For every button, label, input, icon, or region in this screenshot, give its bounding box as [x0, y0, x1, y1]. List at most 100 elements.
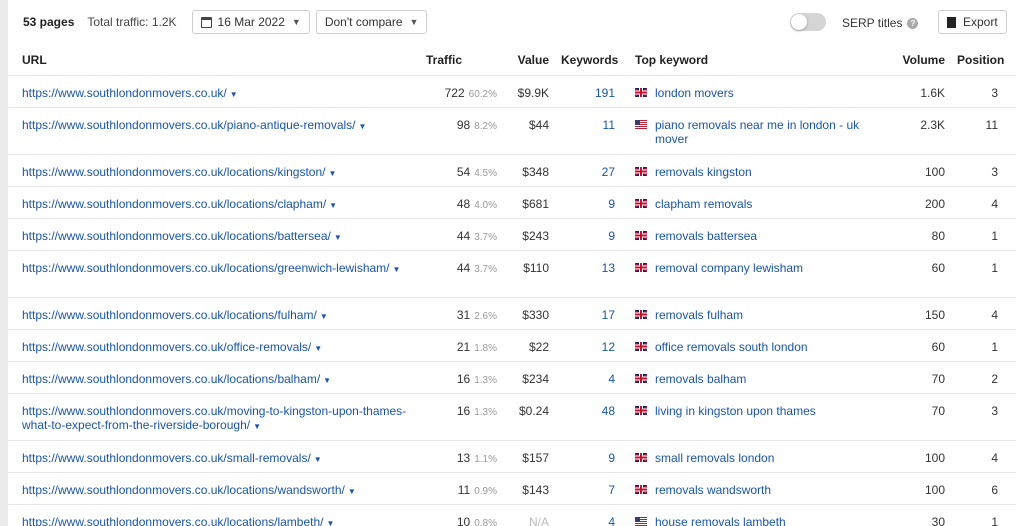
uk-flag-icon: [635, 309, 647, 319]
traffic-cell: 44 3.7%: [418, 250, 503, 297]
page-url-link[interactable]: https://www.southlondonmovers.co.uk/loca…: [22, 165, 326, 179]
keywords-count-link[interactable]: 191: [595, 86, 615, 100]
dropdown-caret-icon[interactable]: ▼: [314, 455, 322, 464]
keywords-cell: 4: [555, 361, 621, 393]
keywords-cell: 7: [555, 472, 621, 504]
page-url-link[interactable]: https://www.southlondonmovers.co.uk/smal…: [22, 451, 311, 465]
column-header-top-keyword[interactable]: Top keyword: [621, 45, 871, 75]
volume-cell: 1.6K: [920, 85, 945, 100]
page-url-link[interactable]: https://www.southlondonmovers.co.uk/pian…: [22, 118, 356, 132]
keywords-count-link[interactable]: 9: [608, 451, 615, 465]
chevron-down-icon: ▼: [291, 17, 301, 27]
top-keyword-link[interactable]: removal company lewisham: [655, 261, 803, 275]
value-amount: $44: [528, 117, 549, 132]
top-keyword-link[interactable]: house removals lambeth: [655, 515, 786, 526]
dropdown-caret-icon[interactable]: ▼: [329, 201, 337, 210]
top-keyword-link[interactable]: london movers: [655, 86, 734, 100]
top-keyword-link[interactable]: removals balham: [655, 372, 746, 386]
page-url-link[interactable]: https://www.southlondonmovers.co.uk/loca…: [22, 261, 390, 275]
page-url-link[interactable]: https://www.southlondonmovers.co.uk/loca…: [22, 372, 320, 386]
keywords-count-link[interactable]: 9: [608, 229, 615, 243]
date-picker-button[interactable]: 16 Mar 2022 ▼: [191, 10, 310, 34]
page-url-link[interactable]: https://www.southlondonmovers.co.uk/offi…: [22, 340, 311, 354]
serp-titles-label: SERP titles ?: [842, 16, 919, 30]
keywords-cell: 11: [555, 107, 621, 154]
url-cell: https://www.southlondonmovers.co.uk/loca…: [8, 297, 418, 329]
url-cell: https://www.southlondonmovers.co.uk/loca…: [8, 218, 418, 250]
dropdown-caret-icon[interactable]: ▼: [230, 90, 238, 99]
keywords-count-link[interactable]: 4: [608, 372, 615, 386]
export-button[interactable]: Export: [938, 10, 1007, 34]
top-keyword-link[interactable]: piano removals near me in london - uk mo…: [655, 118, 865, 146]
top-keyword-link[interactable]: clapham removals: [655, 197, 752, 211]
column-header-value[interactable]: Value: [503, 45, 555, 75]
top-keyword-cell: removal company lewisham: [621, 250, 871, 297]
page-url-link[interactable]: https://www.southlondonmovers.co.uk/loca…: [22, 483, 345, 497]
keywords-cell: 9: [555, 218, 621, 250]
page-url-link[interactable]: https://www.southlondonmovers.co.uk/loca…: [22, 197, 326, 211]
value-cell: $143: [503, 472, 555, 504]
dropdown-caret-icon[interactable]: ▼: [334, 233, 342, 242]
keywords-count-link[interactable]: 13: [602, 261, 615, 275]
page-url-link[interactable]: https://www.southlondonmovers.co.uk/movi…: [22, 404, 406, 432]
dropdown-caret-icon[interactable]: ▼: [359, 122, 367, 131]
position-cell: 3: [991, 403, 998, 418]
dropdown-caret-icon[interactable]: ▼: [329, 169, 337, 178]
dropdown-caret-icon[interactable]: ▼: [320, 312, 328, 321]
table-row: https://www.southlondonmovers.co.uk/loca…: [8, 297, 1016, 329]
top-keyword-cell: clapham removals: [621, 186, 871, 218]
page-url-link[interactable]: https://www.southlondonmovers.co.uk/loca…: [22, 229, 331, 243]
column-header-position[interactable]: Position: [951, 45, 1016, 75]
top-keyword-link[interactable]: living in kingston upon thames: [655, 404, 816, 418]
table-row: https://www.southlondonmovers.co.uk/loca…: [8, 154, 1016, 186]
url-cell: https://www.southlondonmovers.co.uk/loca…: [8, 504, 418, 526]
uk-flag-icon: [635, 373, 647, 383]
column-header-volume[interactable]: Volume: [871, 45, 951, 75]
top-keyword-link[interactable]: removals fulham: [655, 308, 743, 322]
keywords-count-link[interactable]: 17: [602, 308, 615, 322]
top-keyword-cell: removals balham: [621, 361, 871, 393]
dropdown-caret-icon[interactable]: ▼: [327, 519, 335, 526]
top-keyword-link[interactable]: removals kingston: [655, 165, 752, 179]
column-header-traffic[interactable]: Traffic: [418, 45, 503, 75]
dropdown-caret-icon[interactable]: ▼: [323, 376, 331, 385]
volume-cell: 80: [931, 228, 945, 243]
keywords-count-link[interactable]: 4: [608, 515, 615, 526]
volume-cell: 100: [924, 164, 945, 179]
page-url-link[interactable]: https://www.southlondonmovers.co.uk/loca…: [22, 308, 317, 322]
position-cell: 4: [991, 307, 998, 322]
top-keyword-cell: small removals london: [621, 440, 871, 472]
dropdown-caret-icon[interactable]: ▼: [393, 265, 401, 274]
traffic-value: 10: [456, 514, 471, 526]
chevron-down-icon: ▼: [409, 17, 419, 27]
keywords-count-link[interactable]: 9: [608, 197, 615, 211]
traffic-value: 98: [456, 117, 471, 132]
top-keyword-link[interactable]: removals wandsworth: [655, 483, 771, 497]
column-header-keywords[interactable]: Keywords: [555, 45, 621, 75]
keywords-count-link[interactable]: 48: [602, 404, 615, 418]
table-row: https://www.southlondonmovers.co.uk/smal…: [8, 440, 1016, 472]
column-header-url[interactable]: URL: [8, 45, 418, 75]
traffic-cell: 44 3.7%: [418, 218, 503, 250]
top-keyword-link[interactable]: removals battersea: [655, 229, 757, 243]
top-keyword-cell: living in kingston upon thames: [621, 393, 871, 440]
keywords-count-link[interactable]: 7: [608, 483, 615, 497]
page-url-link[interactable]: https://www.southlondonmovers.co.uk/loca…: [22, 515, 324, 526]
calendar-icon: [200, 16, 212, 28]
top-keyword-link[interactable]: small removals london: [655, 451, 774, 465]
page-url-link[interactable]: https://www.southlondonmovers.co.uk/: [22, 86, 227, 100]
keywords-count-link[interactable]: 11: [603, 118, 615, 132]
compare-label: Don't compare: [324, 15, 403, 29]
position-cell: 11: [985, 117, 998, 132]
keywords-count-link[interactable]: 27: [602, 165, 615, 179]
traffic-cell: 54 4.5%: [418, 154, 503, 186]
keywords-count-link[interactable]: 12: [602, 340, 615, 354]
dropdown-caret-icon[interactable]: ▼: [348, 487, 356, 496]
dropdown-caret-icon[interactable]: ▼: [314, 344, 322, 353]
dropdown-caret-icon[interactable]: ▼: [253, 422, 261, 431]
compare-dropdown[interactable]: Don't compare ▼: [315, 10, 428, 34]
value-amount: $9.9K: [517, 85, 549, 100]
help-icon[interactable]: ?: [907, 17, 919, 29]
serp-titles-toggle[interactable]: [790, 13, 826, 31]
top-keyword-link[interactable]: office removals south london: [655, 340, 808, 354]
